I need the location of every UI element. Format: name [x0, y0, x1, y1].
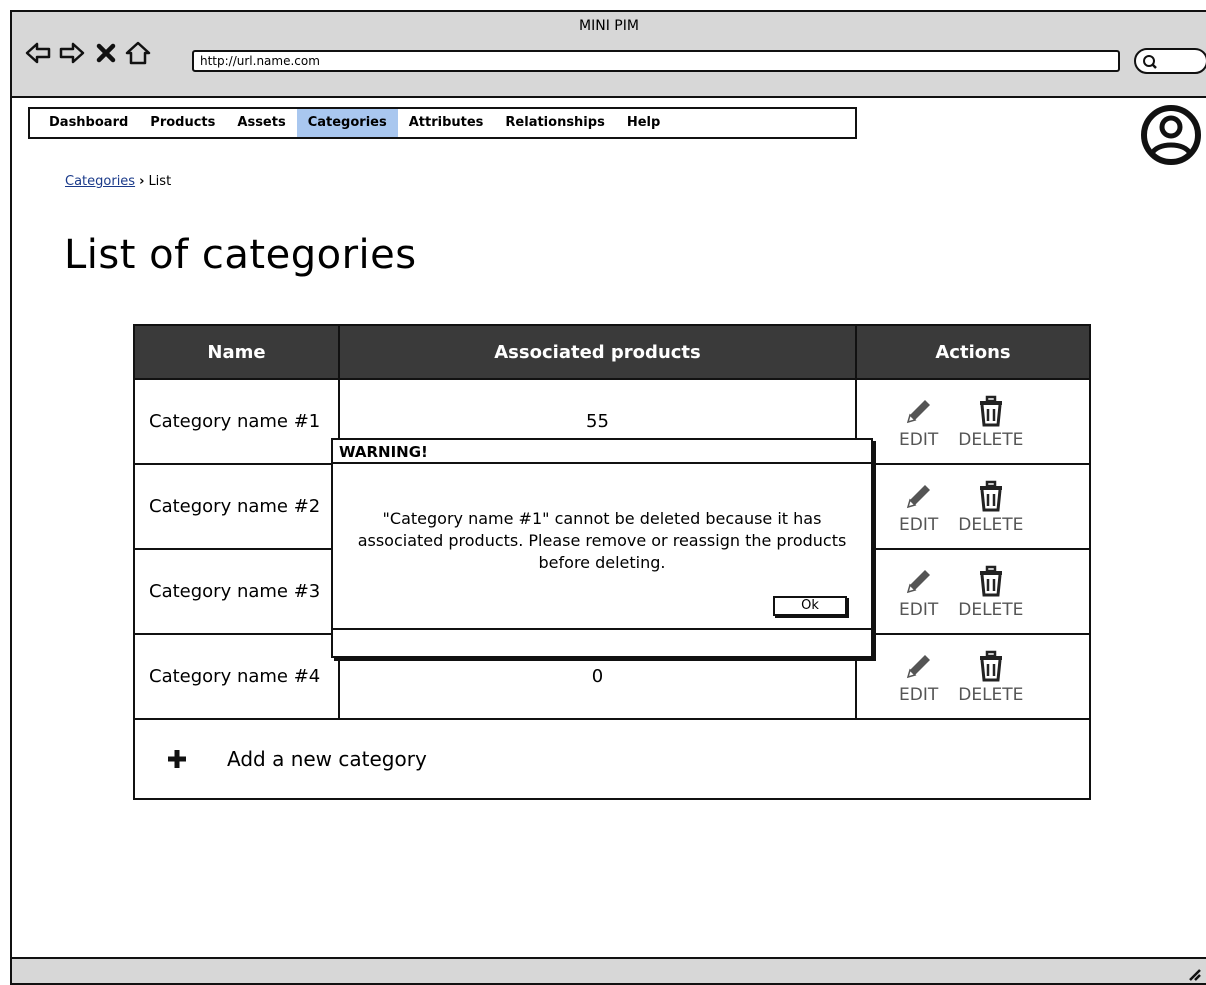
breadcrumb-link-categories[interactable]: Categories	[65, 174, 135, 189]
chevron-right-icon: ›	[139, 174, 145, 189]
trash-icon	[979, 395, 1002, 426]
menu-item-dashboard[interactable]: Dashboard	[38, 109, 139, 137]
header-name: Name	[135, 326, 340, 378]
category-name: Category name #3	[135, 550, 340, 633]
trash-icon	[979, 650, 1002, 681]
warning-dialog: WARNING! "Category name #1" cannot be de…	[331, 438, 873, 658]
delete-button[interactable]: DELETE	[958, 564, 1023, 620]
edit-label: EDIT	[899, 684, 939, 705]
forward-arrow-icon	[59, 42, 85, 64]
menu-item-products[interactable]: Products	[139, 109, 226, 137]
resize-grip-icon[interactable]	[1184, 963, 1202, 981]
menu-item-relationships[interactable]: Relationships	[494, 109, 615, 137]
edit-button[interactable]: EDIT	[899, 564, 938, 620]
row-actions: EDIT DELETE	[857, 380, 1089, 463]
row-actions: EDIT DELETE	[857, 635, 1089, 718]
breadcrumb-current: List	[148, 174, 172, 189]
user-avatar-icon[interactable]	[1140, 104, 1202, 166]
menu-item-categories[interactable]: Categories	[296, 109, 398, 137]
plus-icon	[168, 750, 186, 768]
dialog-footer	[333, 628, 871, 656]
delete-button[interactable]: DELETE	[958, 479, 1023, 535]
main-menu: Dashboard Products Assets Categories Att…	[28, 107, 857, 139]
row-actions: EDIT DELETE	[857, 550, 1089, 633]
header-actions: Actions	[935, 341, 1011, 363]
page-title: List of categories	[64, 232, 417, 278]
category-name: Category name #1	[135, 380, 340, 463]
browser-toolbar: MINI PIM http://url.name.com	[12, 12, 1206, 98]
breadcrumb: Categories › List	[65, 174, 171, 189]
add-category-button[interactable]: Add a new category	[133, 720, 1091, 800]
dialog-title: WARNING!	[333, 440, 871, 464]
ok-button[interactable]: Ok	[773, 596, 847, 616]
dialog-message: "Category name #1" cannot be deleted bec…	[357, 509, 847, 572]
edit-label: EDIT	[899, 429, 939, 450]
menu-item-assets[interactable]: Assets	[226, 109, 296, 137]
edit-button[interactable]: EDIT	[899, 394, 938, 450]
add-category-label: Add a new category	[227, 747, 427, 771]
trash-icon	[979, 480, 1002, 511]
edit-button[interactable]: EDIT	[899, 649, 938, 705]
forward-button[interactable]	[58, 39, 86, 67]
delete-label: DELETE	[958, 429, 1024, 450]
status-bar	[12, 957, 1206, 983]
delete-label: DELETE	[958, 684, 1024, 705]
delete-label: DELETE	[958, 599, 1024, 620]
menu-item-help[interactable]: Help	[616, 109, 671, 137]
pencil-icon	[906, 399, 930, 423]
url-input[interactable]: http://url.name.com	[192, 50, 1120, 72]
search-button[interactable]	[1134, 48, 1206, 74]
pencil-icon	[906, 654, 930, 678]
menu-item-attributes[interactable]: Attributes	[398, 109, 495, 137]
row-actions: EDIT DELETE	[857, 465, 1089, 548]
delete-button[interactable]: DELETE	[958, 394, 1023, 450]
pencil-icon	[906, 569, 930, 593]
search-icon	[1143, 55, 1157, 69]
edit-button[interactable]: EDIT	[899, 479, 938, 535]
back-button[interactable]	[24, 39, 52, 67]
delete-button[interactable]: DELETE	[958, 649, 1023, 705]
back-arrow-icon	[25, 42, 51, 64]
category-name: Category name #4	[135, 635, 340, 718]
home-button[interactable]	[124, 39, 152, 67]
edit-label: EDIT	[899, 514, 939, 535]
stop-button[interactable]	[92, 39, 120, 67]
header-associated-products: Associated products	[340, 326, 857, 378]
edit-label: EDIT	[899, 599, 939, 620]
stop-icon	[96, 43, 116, 63]
window-title: MINI PIM	[579, 18, 639, 34]
pencil-icon	[906, 484, 930, 508]
category-name: Category name #2	[135, 465, 340, 548]
home-icon	[125, 41, 151, 65]
trash-icon	[979, 565, 1002, 596]
table-header: Name Associated products Actions	[133, 324, 1091, 380]
delete-label: DELETE	[958, 514, 1024, 535]
